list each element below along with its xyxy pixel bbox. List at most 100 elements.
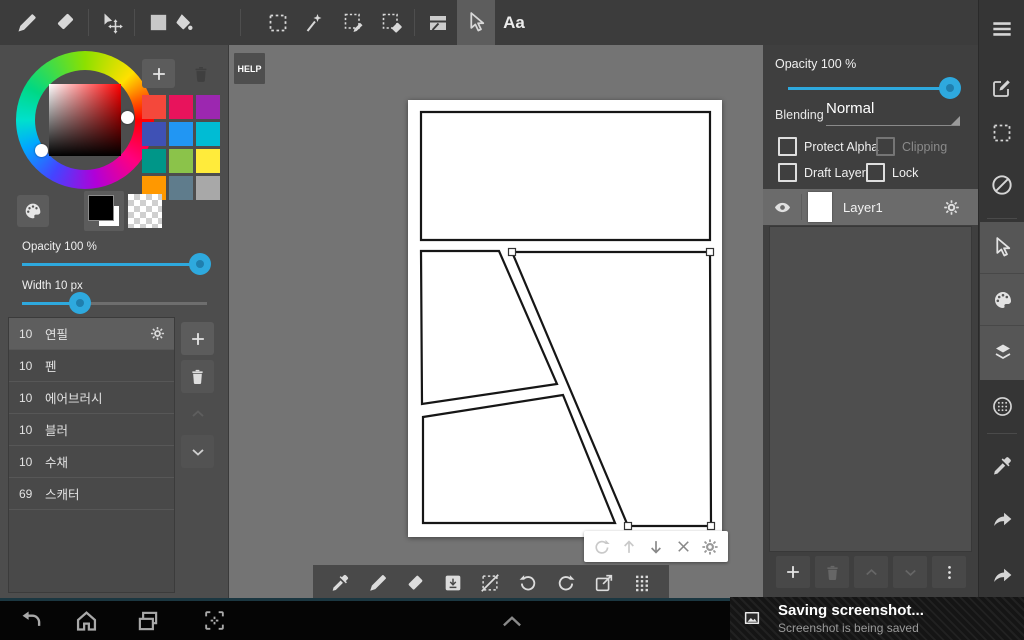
cursor-panel-button[interactable] — [980, 222, 1024, 274]
draft-layer-checkbox[interactable] — [778, 163, 797, 182]
delete-swatch-button[interactable] — [188, 61, 214, 87]
pencil-button[interactable] — [367, 572, 389, 594]
select-eraser-tool-button[interactable] — [373, 0, 411, 45]
color-wheel[interactable] — [16, 51, 154, 189]
color-swatch[interactable] — [169, 122, 193, 146]
rotate-canvas-button[interactable] — [979, 162, 1024, 208]
hue-selector-dot[interactable] — [121, 111, 134, 124]
select-tool-button[interactable] — [979, 110, 1024, 156]
move-tool-button[interactable] — [93, 0, 131, 45]
layer-settings-gear-icon[interactable] — [942, 198, 961, 217]
color-swatch[interactable] — [142, 149, 166, 173]
add-layer-button[interactable] — [776, 556, 810, 588]
menu-hamburger-button[interactable] — [979, 6, 1024, 52]
delete-brush-button[interactable] — [181, 360, 214, 393]
deselect-button[interactable] — [479, 572, 501, 594]
selection-handle[interactable] — [708, 523, 715, 530]
brush-width-slider[interactable] — [22, 291, 207, 315]
new-edit-button[interactable] — [979, 65, 1024, 111]
cursor-tool-button[interactable] — [457, 0, 495, 45]
saturation-value-square[interactable] — [49, 84, 121, 156]
text-tool-button[interactable]: Aa — [495, 0, 533, 45]
selection-settings-gear-icon[interactable] — [700, 537, 720, 557]
export-button[interactable] — [593, 572, 615, 594]
add-swatch-button[interactable] — [142, 59, 175, 88]
brush-list-item[interactable]: 10 펜 — [9, 350, 174, 382]
brush-width-slider-knob[interactable] — [69, 292, 91, 314]
move-down-icon[interactable] — [646, 537, 666, 557]
nav-screenshot-button[interactable] — [192, 601, 236, 640]
materials-grid-button[interactable] — [631, 572, 653, 594]
screenshot-notification-toast[interactable]: Saving screenshot... Screenshot is being… — [730, 597, 1024, 640]
layer-opacity-slider-knob[interactable] — [939, 77, 961, 99]
color-swatch[interactable] — [196, 95, 220, 119]
pencil-tool-button[interactable] — [8, 0, 46, 45]
undo-button[interactable] — [517, 572, 539, 594]
move-up-icon[interactable] — [619, 537, 639, 557]
lock-checkbox[interactable] — [866, 163, 885, 182]
eraser-tool-button[interactable] — [46, 0, 84, 45]
color-swatch[interactable] — [196, 122, 220, 146]
brush-list-item[interactable]: 10 블러 — [9, 414, 174, 446]
brush-opacity-slider-knob[interactable] — [189, 253, 211, 275]
marquee-select-tool-button[interactable] — [259, 0, 297, 45]
canvas-page[interactable] — [408, 100, 722, 537]
eraser-button[interactable] — [405, 573, 426, 594]
layer-opacity-slider[interactable] — [788, 76, 958, 100]
brush-list-item[interactable]: 69 스캐터 — [9, 478, 174, 510]
color-swatch[interactable] — [169, 176, 193, 200]
color-swatch[interactable] — [169, 95, 193, 119]
color-swatch[interactable] — [196, 176, 220, 200]
redo-sidebar-button[interactable] — [979, 496, 1024, 542]
materials-button[interactable] — [979, 383, 1024, 429]
nav-recents-button[interactable] — [126, 601, 170, 640]
color-swatch[interactable] — [196, 149, 220, 173]
palette-button[interactable] — [17, 195, 49, 227]
magic-wand-tool-button[interactable] — [297, 0, 335, 45]
transparent-color-chip[interactable] — [128, 194, 162, 228]
select-pen-tool-button[interactable] — [335, 0, 373, 45]
brush-list-item[interactable]: 10 연필 — [9, 318, 174, 350]
protect-alpha-checkbox[interactable] — [778, 137, 797, 156]
layer-move-down-button[interactable] — [893, 556, 927, 588]
save-button[interactable] — [442, 572, 464, 594]
nav-home-button[interactable] — [64, 601, 108, 640]
brush-list-item[interactable]: 10 수채 — [9, 446, 174, 478]
eyedropper-sidebar-button[interactable] — [979, 443, 1024, 489]
nav-hide-keyboard-caret[interactable] — [490, 601, 534, 640]
help-button[interactable]: HELP — [234, 53, 265, 84]
brush-list-item[interactable]: 10 에어브러시 — [9, 382, 174, 414]
close-selection-icon[interactable] — [674, 537, 693, 556]
redo-button[interactable] — [555, 572, 577, 594]
lock-checkbox-row[interactable]: Lock — [866, 163, 918, 182]
add-brush-button[interactable] — [181, 322, 214, 355]
layer-visibility-eye-icon[interactable] — [773, 198, 792, 217]
layer-move-up-button[interactable] — [854, 556, 888, 588]
brush-settings-gear-icon[interactable] — [149, 325, 166, 342]
layer-row[interactable]: Layer1 — [763, 189, 978, 225]
brush-move-down-button[interactable] — [181, 435, 214, 468]
selection-handle[interactable] — [625, 523, 632, 530]
wheel-selector-dot[interactable] — [35, 144, 48, 157]
blending-dropdown[interactable]: Normal — [826, 100, 960, 126]
eyedropper-button[interactable] — [329, 572, 351, 594]
selection-handle[interactable] — [707, 249, 714, 256]
color-swatch[interactable] — [142, 95, 166, 119]
layer-panel-button[interactable] — [980, 326, 1024, 378]
color-panel-button[interactable] — [980, 274, 1024, 326]
color-swatch[interactable] — [142, 122, 166, 146]
undo-sidebar-button[interactable] — [979, 552, 1024, 598]
protect-alpha-checkbox-row[interactable]: Protect Alpha — [778, 137, 878, 156]
reset-transform-icon[interactable] — [592, 537, 612, 557]
nav-back-button[interactable] — [9, 601, 53, 640]
selection-handle[interactable] — [509, 249, 516, 256]
layer-list-area[interactable] — [769, 226, 972, 552]
delete-layer-button[interactable] — [815, 556, 849, 588]
brush-move-up-button[interactable] — [181, 397, 214, 430]
draft-layer-checkbox-row[interactable]: Draft Layer — [778, 163, 866, 182]
comic-panel[interactable] — [421, 112, 710, 240]
brush-opacity-slider[interactable] — [22, 252, 207, 276]
color-swatch[interactable] — [169, 149, 193, 173]
gradient-tool-button[interactable] — [189, 0, 227, 45]
layer-menu-button[interactable] — [932, 556, 966, 588]
